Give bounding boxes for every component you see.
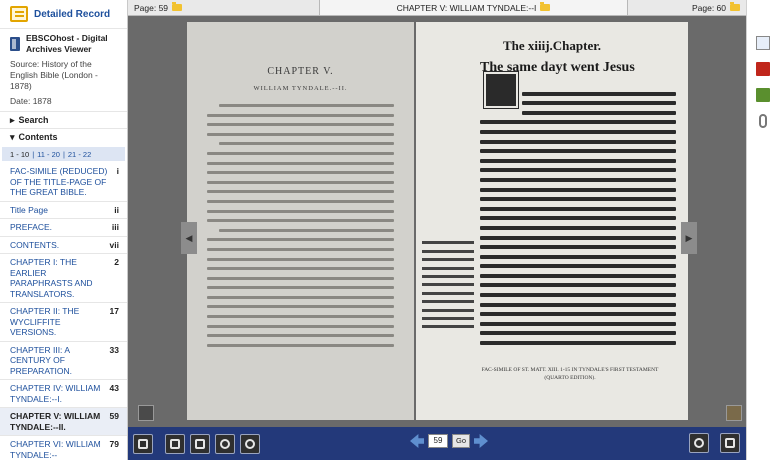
contents-pager: 1 - 10 | 11 - 20 | 21 - 22 (2, 147, 125, 161)
toc-item[interactable]: CHAPTER II: THE WYCLIFFITE VERSIONS. 17 (0, 303, 127, 342)
source-label: Source: (10, 59, 40, 69)
chevron-right-icon: ▶ (685, 232, 693, 243)
thumbnail-grid-button[interactable] (138, 405, 154, 421)
bookmark-panel-button[interactable] (726, 405, 742, 421)
page-navigation: 59 Go (410, 434, 488, 448)
chevron-right-icon: ▸ (10, 114, 15, 125)
date-meta: Date: 1878 (10, 96, 119, 107)
search-label: Search (18, 115, 49, 125)
zoom-out-button[interactable] (215, 433, 235, 454)
permalink-icon[interactable] (759, 114, 767, 128)
chevron-down-icon: ▾ (10, 131, 15, 142)
detailed-record-sidebar: Detailed Record EBSCOhost - Digital Arch… (0, 0, 128, 460)
chapter-subheading: WILLIAM TYNDALE.--II. (253, 85, 348, 92)
folder-icon[interactable] (172, 2, 183, 11)
two-page-icon (195, 438, 205, 449)
zoom-in-button[interactable] (240, 433, 260, 454)
blackletter-subheading: The same dayt went Jesus (480, 60, 635, 75)
chevron-left-icon: ◀ (185, 232, 193, 243)
zoom-in-icon (245, 438, 255, 449)
chapter-indicator: CHAPTER V: WILLIAM TYNDALE:--I (320, 0, 628, 15)
source-title: EBSCOhost - Digital Archives Viewer (25, 33, 108, 54)
next-page-icon[interactable] (474, 434, 488, 448)
source-info: EBSCOhost - Digital Archives Viewer Sour… (0, 28, 127, 111)
fullscreen-icon (138, 438, 148, 449)
page-number-input[interactable]: 59 (428, 434, 448, 448)
search-section-toggle[interactable]: ▸ Search (0, 111, 127, 128)
folder-icon[interactable] (730, 2, 740, 11)
previous-page-arrow[interactable]: ◀ (181, 222, 197, 254)
keyboard-icon (725, 438, 735, 448)
date-label: Date: (10, 96, 31, 106)
page-spread: CHAPTER V. WILLIAM TYNDALE.--II. The xii… (128, 17, 746, 427)
toc-item[interactable]: CHAPTER VI: WILLIAM TYNDALE:-- 79 (0, 436, 127, 460)
go-button[interactable]: Go (452, 434, 471, 448)
toc-item[interactable]: CHAPTER IV: WILLIAM TYNDALE:--I. 43 (0, 380, 127, 408)
google-drive-icon[interactable] (756, 36, 770, 50)
detailed-record-header[interactable]: Detailed Record (0, 0, 127, 28)
keyboard-button[interactable] (720, 433, 740, 453)
pdf-icon[interactable] (756, 62, 770, 76)
folder-icon[interactable] (540, 2, 551, 11)
contents-section-toggle[interactable]: ▾ Contents (0, 128, 127, 145)
undo-button[interactable] (689, 433, 709, 453)
toc-item[interactable]: CONTENTS. vii (0, 237, 127, 254)
zoom-out-icon (220, 438, 230, 449)
viewer-topbar: Page: 59 CHAPTER V: WILLIAM TYNDALE:--I … (128, 0, 746, 16)
detailed-record-title[interactable]: Detailed Record (34, 9, 110, 20)
save-icon[interactable] (756, 88, 770, 102)
left-page-label: Page: 59 (134, 2, 169, 13)
tools-rail (746, 0, 780, 460)
facsimile-caption: FAC-SIMILE OF ST. MATT. XIII. 1-15 IN TY… (460, 367, 680, 381)
single-page-button[interactable] (165, 433, 185, 454)
blackletter-heading: The xiiij.Chapter. (502, 38, 602, 53)
viewer-toolbar: 59 Go (128, 427, 746, 460)
toc-item[interactable]: CHAPTER III: A CENTURY OF PREPARATION. 33 (0, 342, 127, 380)
chapter-heading: CHAPTER V. (267, 66, 334, 77)
record-icon (10, 6, 28, 22)
contents-label: Contents (18, 132, 58, 142)
chapter-label: CHAPTER V: WILLIAM TYNDALE:--I (396, 2, 537, 13)
pager-link[interactable]: 21 - 22 (68, 150, 91, 159)
document-viewer: Page: 59 CHAPTER V: WILLIAM TYNDALE:--I … (128, 0, 746, 460)
toc-item[interactable]: FAC-SIMILE (REDUCED) OF THE TITLE-PAGE O… (0, 163, 127, 202)
toc-item[interactable]: PREFACE. iii (0, 219, 127, 237)
single-page-icon (170, 438, 180, 449)
next-page-arrow[interactable]: ▶ (681, 222, 697, 254)
toc-item[interactable]: CHAPTER I: THE EARLIER PARAPHRASTS AND T… (0, 254, 127, 303)
toc-item[interactable]: Title Page ii (0, 202, 127, 219)
contents-list: FAC-SIMILE (REDUCED) OF THE TITLE-PAGE O… (0, 163, 127, 460)
source-meta: Source: History of the English Bible (Lo… (10, 59, 119, 92)
pager-link[interactable]: 11 - 20 (37, 150, 60, 159)
margin-note (422, 236, 474, 334)
two-page-button[interactable] (190, 433, 210, 454)
book-icon (10, 37, 20, 51)
blackletter-text (480, 86, 676, 351)
right-page-image: The xiiij.Chapter. The same dayt went Je… (416, 22, 688, 420)
toc-item-active[interactable]: CHAPTER V: WILLIAM TYNDALE:--II. 59 (0, 408, 127, 436)
date-value: 1878 (32, 96, 52, 106)
previous-page-icon[interactable] (410, 434, 424, 448)
toolbar-right-group (684, 433, 740, 453)
fullscreen-button[interactable] (133, 433, 153, 454)
caption-line: (QUARTO EDITION). (544, 375, 596, 381)
right-page-indicator: Page: 60 (628, 0, 746, 15)
left-page-image: CHAPTER V. WILLIAM TYNDALE.--II. (187, 22, 414, 420)
caption-line: FAC-SIMILE OF ST. MATT. XIII. 1-15 IN TY… (481, 367, 659, 373)
right-page-label: Page: 60 (691, 2, 726, 13)
left-page-indicator: Page: 59 (128, 0, 320, 15)
pager-current: 1 - 10 (10, 149, 30, 159)
page-text (207, 104, 394, 347)
undo-icon (694, 438, 704, 448)
